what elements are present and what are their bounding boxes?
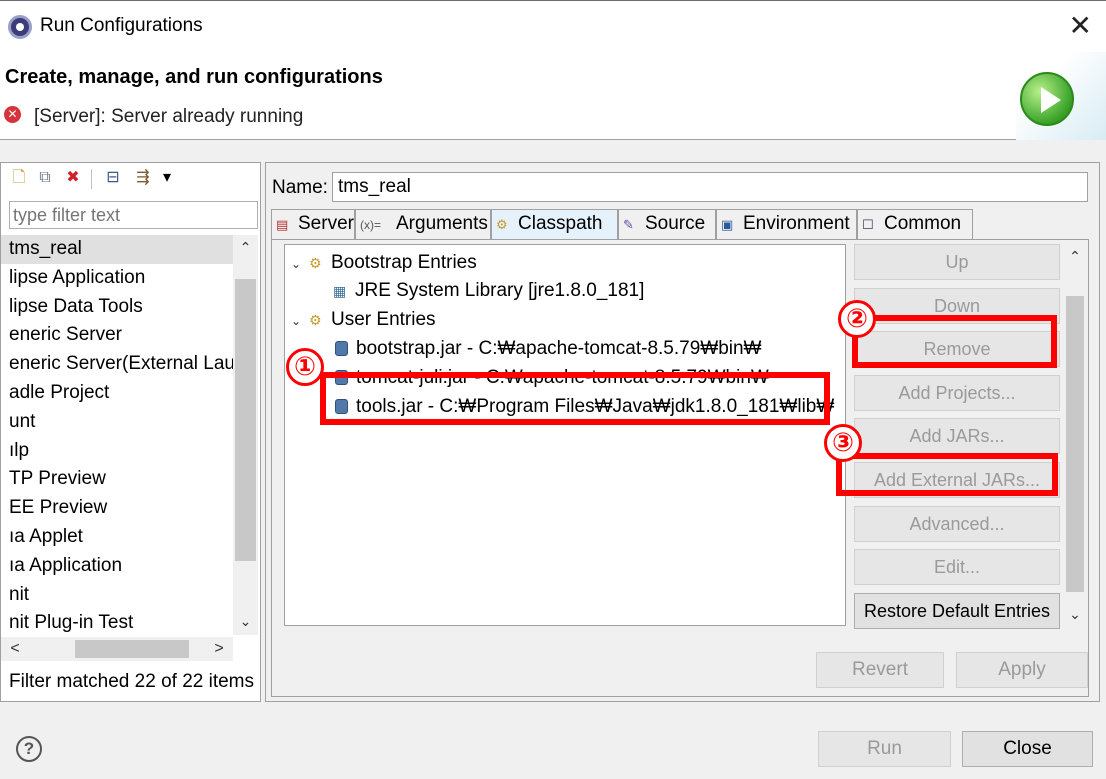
close-button[interactable]: Close: [962, 731, 1093, 767]
list-item[interactable]: EE Preview: [1, 494, 233, 523]
library-icon: ▦: [333, 283, 347, 299]
list-item[interactable]: lipse Data Tools: [1, 293, 233, 322]
window-title: Run Configurations: [40, 15, 203, 36]
scroll-down-icon[interactable]: ⌄: [233, 611, 258, 631]
scroll-thumb[interactable]: [1066, 296, 1084, 592]
tab-classpath[interactable]: ⚙ Classpath: [491, 209, 618, 241]
config-list: tms_real lipse Application lipse Data To…: [1, 235, 233, 635]
tree-node-jar[interactable]: bootstrap.jar - C:₩apache-tomcat-8.5.79₩…: [335, 335, 762, 363]
classpath-tab-content: ⌄ ⚙ Bootstrap Entries ▦ JRE System Library …: [271, 239, 1089, 697]
configuration-tree-panel: 🗋 ⧉ ✖ ⊟ ⇶ ▾ tms_real lipse Application l…: [0, 162, 261, 702]
tree-node-jar[interactable]: tools.jar - C:₩Program Files₩Java₩jdk1.8…: [335, 393, 834, 421]
scroll-right-icon[interactable]: >: [209, 637, 229, 661]
down-button[interactable]: Down: [854, 288, 1060, 324]
view-menu-icon[interactable]: ▾: [157, 168, 177, 188]
entries-folder-icon: ⚙: [309, 312, 322, 328]
collapse-all-icon[interactable]: ⊟: [103, 168, 123, 188]
new-config-icon[interactable]: 🗋: [9, 168, 29, 188]
list-item[interactable]: eneric Server(External Laun: [1, 350, 233, 379]
up-button[interactable]: Up: [854, 244, 1060, 280]
tab-server[interactable]: ▤ Server: [271, 209, 355, 239]
tab-environment[interactable]: ▣ Environment: [716, 209, 857, 239]
common-icon: ☐: [862, 217, 874, 232]
tab-arguments[interactable]: (x)= Arguments: [355, 209, 491, 239]
list-item[interactable]: TP Preview: [1, 465, 233, 494]
dialog-header: Create, manage, and run configurations ✕…: [0, 52, 1106, 140]
add-projects-button[interactable]: Add Projects...: [854, 375, 1060, 411]
config-toolbar: 🗋 ⧉ ✖ ⊟ ⇶ ▾: [1, 163, 260, 195]
tree-node-jar[interactable]: tomcat-juli.jar - C:₩apache-tomcat-8.5.7…: [335, 364, 769, 392]
classpath-icon: ⚙: [496, 217, 508, 232]
add-external-jars-button[interactable]: Add External JARs...: [854, 462, 1060, 498]
expand-chevron-icon[interactable]: ⌄: [291, 307, 309, 335]
tree-node-jre[interactable]: ▦ JRE System Library [jre1.8.0_181]: [333, 277, 644, 305]
list-item[interactable]: eneric Server: [1, 321, 233, 350]
tab-source[interactable]: ✎ Source: [618, 209, 716, 239]
tree-node-bootstrap[interactable]: ⌄ ⚙ Bootstrap Entries: [291, 249, 477, 277]
jar-icon: [335, 370, 348, 385]
entries-folder-icon: ⚙: [309, 255, 322, 271]
scroll-left-icon[interactable]: <: [5, 637, 25, 661]
list-item[interactable]: tms_real: [1, 235, 233, 264]
eclipse-icon: [8, 15, 32, 39]
filter-status: Filter matched 22 of 22 items: [9, 671, 254, 692]
toolbar-separator: [91, 169, 92, 189]
close-icon[interactable]: ✕: [1069, 9, 1092, 42]
name-field[interactable]: [332, 172, 1088, 202]
expand-chevron-icon[interactable]: ⌄: [291, 250, 309, 278]
help-icon[interactable]: ?: [16, 736, 42, 762]
list-item[interactable]: nit Plug-in Test: [1, 609, 233, 635]
restore-default-entries-button[interactable]: Restore Default Entries: [854, 593, 1060, 629]
delete-icon[interactable]: ✖: [63, 168, 83, 188]
config-tabs: ▤ Server (x)= Arguments ⚙ Classpath ✎ Source…: [271, 209, 1089, 241]
edit-button[interactable]: Edit...: [854, 549, 1060, 585]
apply-button[interactable]: Apply: [956, 652, 1088, 688]
list-item[interactable]: lipse Application: [1, 264, 233, 293]
error-icon: ✕: [4, 106, 21, 123]
arguments-icon: (x)=: [360, 218, 381, 232]
filter-icon[interactable]: ⇶: [133, 168, 153, 188]
tree-node-user-entries[interactable]: ⌄ ⚙ User Entries: [291, 306, 436, 334]
title-bar: Run Configurations ✕: [0, 0, 1106, 52]
buttons-vertical-scrollbar[interactable]: ⌃ ⌄: [1064, 244, 1086, 626]
annotation-number-2: ②: [838, 300, 876, 338]
scroll-up-icon[interactable]: ⌃: [233, 237, 258, 257]
list-vertical-scrollbar[interactable]: ⌃ ⌄: [233, 235, 258, 635]
list-item[interactable]: ıa Application: [1, 552, 233, 581]
scroll-down-icon[interactable]: ⌄: [1064, 604, 1086, 624]
advanced-button[interactable]: Advanced...: [854, 506, 1060, 542]
annotation-number-1: ①: [286, 348, 324, 386]
source-icon: ✎: [623, 217, 634, 232]
error-message: [Server]: Server already running: [34, 106, 304, 127]
scroll-up-icon[interactable]: ⌃: [1064, 246, 1086, 266]
revert-button[interactable]: Revert: [816, 652, 944, 688]
list-horizontal-scrollbar[interactable]: < >: [1, 637, 233, 661]
list-item[interactable]: ılp: [1, 437, 233, 466]
header-title: Create, manage, and run configurations: [5, 66, 383, 88]
add-jars-button[interactable]: Add JARs...: [854, 418, 1060, 454]
server-icon: ▤: [276, 217, 289, 232]
classpath-tree[interactable]: ⌄ ⚙ Bootstrap Entries ▦ JRE System Library …: [284, 244, 846, 626]
list-item[interactable]: unt: [1, 408, 233, 437]
jar-icon: [335, 341, 348, 356]
list-item[interactable]: adle Project: [1, 379, 233, 408]
list-item[interactable]: ıa Applet: [1, 523, 233, 552]
filter-input[interactable]: [9, 201, 258, 229]
environment-icon: ▣: [721, 217, 734, 232]
scroll-thumb[interactable]: [75, 640, 189, 658]
name-label: Name:: [272, 177, 328, 198]
run-button[interactable]: Run: [818, 731, 951, 767]
annotation-number-3: ③: [824, 424, 862, 462]
scroll-thumb[interactable]: [235, 279, 256, 561]
duplicate-icon[interactable]: ⧉: [35, 168, 55, 188]
config-editor-panel: Name: ▤Server (x)=Arguments ⚙Classpath ✎…: [265, 162, 1100, 702]
run-banner-icon: [1020, 72, 1074, 126]
tab-common[interactable]: ☐ Common: [857, 209, 973, 239]
jar-icon: [335, 399, 348, 414]
remove-button[interactable]: Remove: [854, 331, 1060, 367]
list-item[interactable]: nit: [1, 581, 233, 610]
